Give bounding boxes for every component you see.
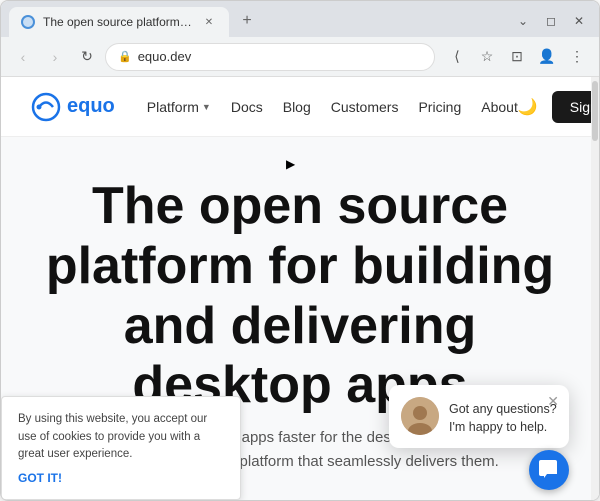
chat-avatar (401, 397, 439, 435)
nav-customers[interactable]: Customers (331, 99, 399, 115)
address-bar: ‹ › ↻ 🔒 equo.dev ⟨ ☆ ⊡ 👤 ⋮ (1, 37, 599, 77)
url-bar[interactable]: 🔒 equo.dev (105, 43, 435, 71)
back-button[interactable]: ‹ (9, 43, 37, 71)
profile-button[interactable]: 👤 (533, 43, 561, 71)
cursor-icon: ▶ (286, 157, 295, 171)
browser-window: The open source platform for b... ✕ + ⌄ … (0, 0, 600, 501)
logo-text: equo (67, 95, 115, 118)
menu-button[interactable]: ⋮ (563, 43, 591, 71)
forward-button[interactable]: › (41, 43, 69, 71)
refresh-button[interactable]: ↻ (73, 43, 101, 71)
nav-right: 🌙 Sign (518, 91, 599, 123)
bookmark-button[interactable]: ☆ (473, 43, 501, 71)
site-logo[interactable]: equo (31, 92, 115, 122)
nav-docs[interactable]: Docs (231, 99, 263, 115)
cookie-banner: By using this website, you accept our us… (1, 396, 241, 500)
extensions-button[interactable]: ⊡ (503, 43, 531, 71)
nav-links: Platform ▼ Docs Blog Customers Pricing A… (147, 99, 518, 115)
hero-title: The open source platform for building an… (31, 177, 569, 416)
share-button[interactable]: ⟨ (443, 43, 471, 71)
tab-bar: The open source platform for b... ✕ + ⌄ … (1, 1, 599, 37)
secure-icon: 🔒 (118, 50, 132, 63)
platform-dropdown-icon: ▼ (202, 102, 211, 112)
cookie-text: By using this website, you accept our us… (18, 411, 224, 463)
nav-pricing[interactable]: Pricing (418, 99, 461, 115)
nav-platform[interactable]: Platform ▼ (147, 99, 211, 115)
site-nav: equo Platform ▼ Docs Blog Customers Pric… (1, 77, 599, 137)
chat-popup: ✕ Got any questions? I'm happy to help. (389, 385, 569, 448)
tab-title: The open source platform for b... (43, 15, 193, 29)
window-controls: ⌄ ◻ ✕ (511, 9, 591, 33)
cookie-accept-button[interactable]: GOT IT! (18, 471, 224, 485)
maximize-button[interactable]: ◻ (539, 9, 563, 33)
url-text: equo.dev (138, 49, 192, 64)
scrollbar[interactable] (591, 77, 599, 500)
chat-message: Got any questions? I'm happy to help. (449, 401, 557, 436)
minimize-button[interactable]: ⌄ (511, 9, 535, 33)
chat-fab-button[interactable] (529, 450, 569, 490)
page-content: equo Platform ▼ Docs Blog Customers Pric… (1, 77, 599, 500)
active-tab[interactable]: The open source platform for b... ✕ (9, 7, 229, 37)
nav-about[interactable]: About (481, 99, 518, 115)
new-tab-button[interactable]: + (233, 7, 261, 35)
nav-blog[interactable]: Blog (283, 99, 311, 115)
logo-icon (31, 92, 61, 122)
tab-favicon (21, 15, 35, 29)
chat-header: Got any questions? I'm happy to help. (401, 397, 557, 436)
browser-actions: ⟨ ☆ ⊡ 👤 ⋮ (443, 43, 591, 71)
close-button[interactable]: ✕ (567, 9, 591, 33)
dark-mode-button[interactable]: 🌙 (518, 97, 538, 117)
scrollbar-thumb[interactable] (592, 81, 598, 141)
chat-close-button[interactable]: ✕ (547, 393, 559, 410)
tab-close-button[interactable]: ✕ (201, 14, 217, 30)
